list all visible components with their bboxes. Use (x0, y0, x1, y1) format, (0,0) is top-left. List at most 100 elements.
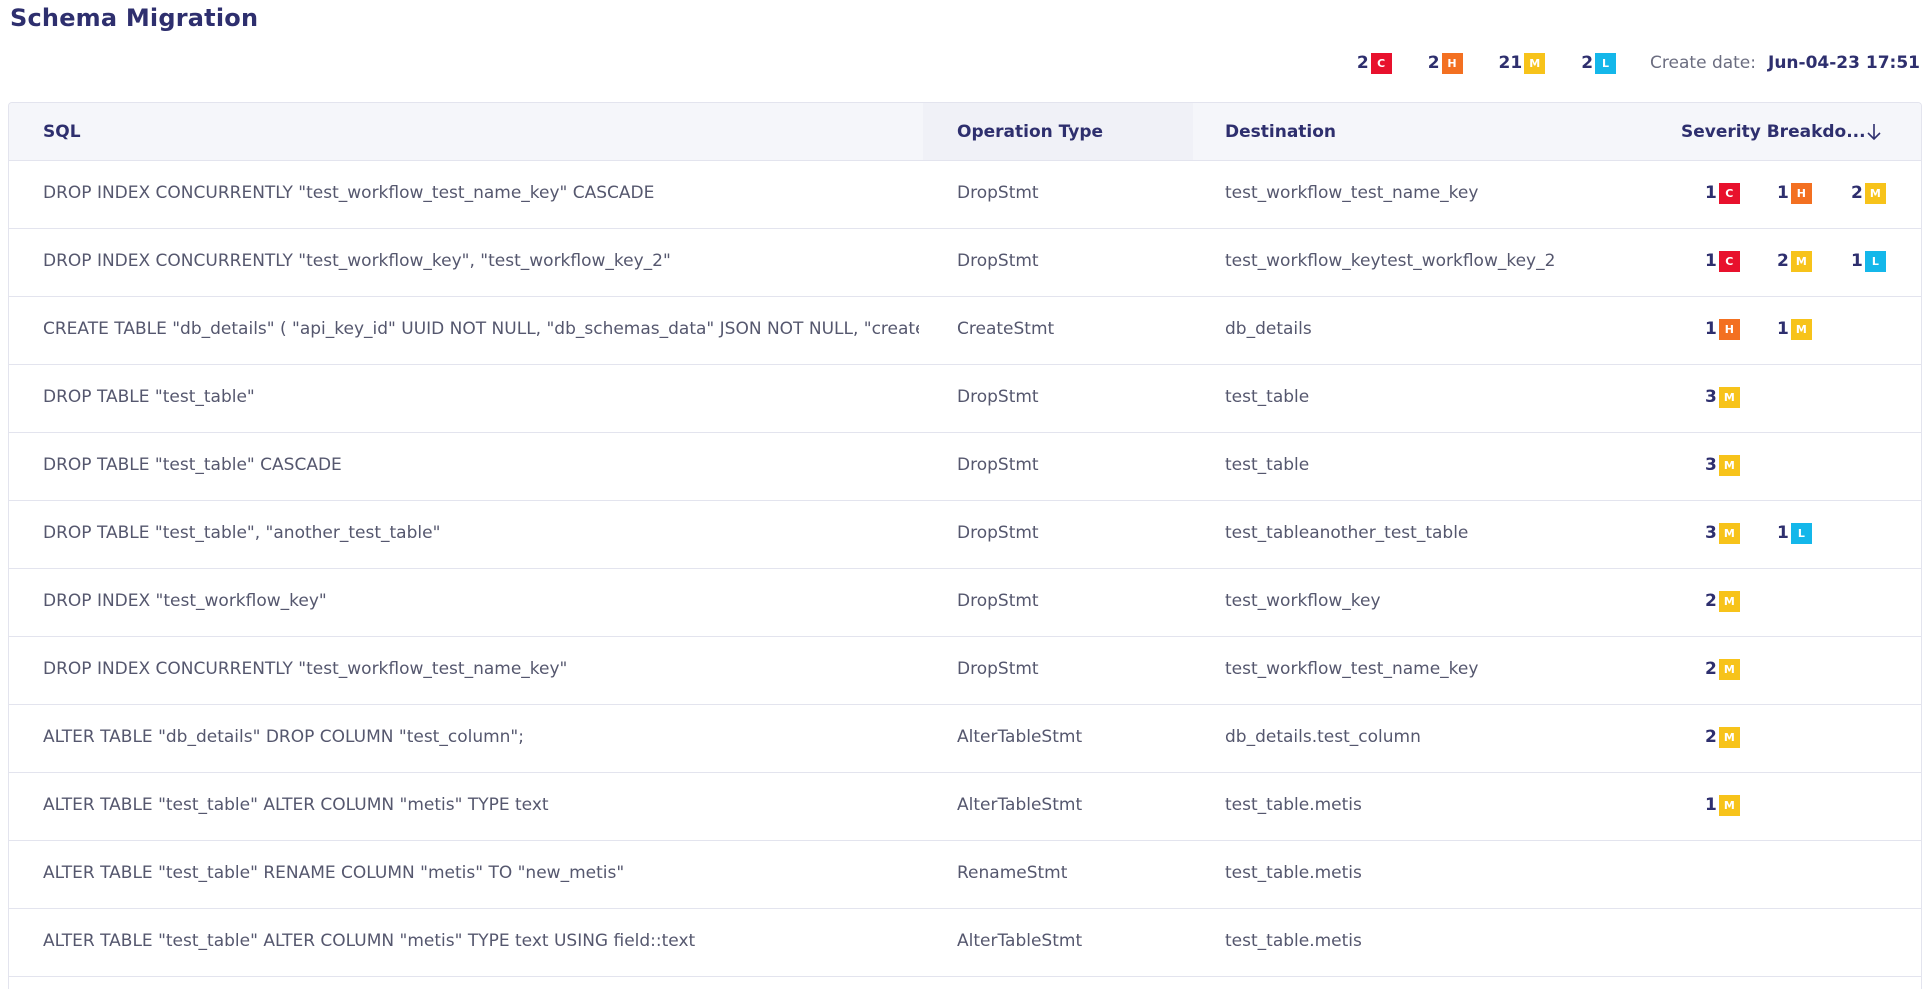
table-row[interactable]: ALTER TABLE "db_details" DROP COLUMN "te… (9, 705, 1921, 773)
table-row[interactable]: DROP INDEX CONCURRENTLY "test_workflow_t… (9, 637, 1921, 705)
severity-count: 2 (1851, 183, 1863, 203)
destination-cell: test_workflow_test_name_key (1225, 183, 1479, 203)
table-row[interactable]: DROP INDEX "test_workflow_key" DropStmt te… (9, 569, 1921, 637)
medium-badge: M (1718, 522, 1740, 544)
severity-summary: 2 C 2 H 21 M 2 L Create date: Jun-04-23 … (1321, 50, 1920, 76)
destination-cell: test_workflow_keytest_workflow_key_2 (1225, 251, 1556, 271)
medium-badge: M (1718, 658, 1740, 680)
operation-type-cell: DropStmt (957, 455, 1039, 475)
medium-badge: M (1718, 794, 1740, 816)
severity-critical: 1C (1705, 161, 1740, 225)
critical-badge: C (1370, 52, 1392, 74)
high-badge: H (1790, 182, 1812, 204)
destination-cell: test_workflow_key (1225, 591, 1381, 611)
severity-medium: 2M (1705, 637, 1740, 701)
severity-medium: 3M (1705, 433, 1740, 497)
create-date-label: Create date: (1650, 53, 1756, 73)
severity-count: 1 (1777, 183, 1789, 203)
critical-badge: C (1718, 250, 1740, 272)
migration-table: SQL Operation Type Destination Severity … (8, 102, 1922, 989)
operation-type-cell: RenameStmt (957, 863, 1068, 883)
medium-badge: M (1718, 590, 1740, 612)
severity-count: 1 (1705, 183, 1717, 203)
low-badge: L (1595, 52, 1617, 74)
severity-count: 2 (1777, 251, 1789, 271)
severity-count: 1 (1705, 795, 1717, 815)
sql-cell: DROP INDEX CONCURRENTLY "test_workflow_t… (43, 659, 568, 679)
severity-medium: 2M (1705, 569, 1740, 633)
sql-cell: DROP INDEX CONCURRENTLY "test_workflow_k… (43, 251, 671, 271)
arrow-down-icon[interactable] (1863, 121, 1885, 143)
operation-type-cell: DropStmt (957, 659, 1039, 679)
operation-type-cell: DropStmt (957, 387, 1039, 407)
severity-medium: 1M (1705, 773, 1740, 837)
table-row[interactable]: ALTER TABLE "test_table" ALTER COLUMN "m… (9, 773, 1921, 841)
page-title: Schema Migration (10, 4, 259, 32)
severity-high: 1H (1777, 161, 1812, 225)
sql-cell: ALTER TABLE "test_table" RENAME COLUMN "… (43, 863, 625, 883)
table-row[interactable]: DROP INDEX CONCURRENTLY "test_workflow_t… (9, 161, 1921, 229)
column-header-destination[interactable]: Destination (1225, 103, 1336, 160)
summary-low-count: 2 (1581, 53, 1594, 73)
low-badge: L (1864, 250, 1886, 272)
table-row[interactable]: ALTER TABLE "test_table" RENAME COLUMN "… (9, 841, 1921, 909)
operation-type-cell: AlterTableStmt (957, 931, 1083, 951)
table-row[interactable]: DROP TABLE "test_table", "another_test_t… (9, 501, 1921, 569)
sql-cell: ALTER TABLE "test_table" ALTER COLUMN "m… (43, 931, 696, 951)
severity-low: 1L (1777, 501, 1812, 565)
table-row[interactable]: ALTER TABLE "test_table" ALTER COLUMN "m… (9, 909, 1921, 977)
summary-medium-count: 21 (1498, 53, 1523, 73)
column-header-sql[interactable]: SQL (43, 103, 923, 160)
severity-count: 2 (1705, 727, 1717, 747)
sql-cell: DROP TABLE "test_table", "another_test_t… (43, 523, 441, 543)
severity-count: 3 (1705, 455, 1717, 475)
table-row[interactable]: DROP INDEX CONCURRENTLY "test_workflow_k… (9, 229, 1921, 297)
sql-cell: ALTER TABLE "test_table" ALTER COLUMN "m… (43, 795, 549, 815)
column-header-severity-breakdown[interactable]: Severity Breakdo... (1681, 103, 1866, 160)
operation-type-cell: CreateStmt (957, 319, 1055, 339)
medium-badge: M (1790, 318, 1812, 340)
summary-medium: 21 M (1498, 52, 1546, 74)
summary-low: 2 L (1581, 52, 1617, 74)
medium-badge: M (1718, 386, 1740, 408)
severity-count: 3 (1705, 523, 1717, 543)
sql-cell: CREATE TABLE "db_details" ( "api_key_id"… (43, 319, 919, 339)
destination-cell: test_table (1225, 455, 1310, 475)
severity-medium: 2M (1705, 705, 1740, 769)
severity-count: 1 (1777, 523, 1789, 543)
severity-medium: 2M (1777, 229, 1812, 293)
destination-cell: test_table.metis (1225, 931, 1362, 951)
severity-count: 2 (1705, 659, 1717, 679)
severity-count: 1 (1851, 251, 1863, 271)
sql-cell: DROP TABLE "test_table" CASCADE (43, 455, 342, 475)
table-body: DROP INDEX CONCURRENTLY "test_workflow_t… (9, 161, 1921, 977)
medium-badge: M (1864, 182, 1886, 204)
destination-cell: test_table.metis (1225, 863, 1362, 883)
medium-badge: M (1718, 454, 1740, 476)
severity-count: 1 (1777, 319, 1789, 339)
column-header-operation-type[interactable]: Operation Type (957, 103, 1103, 160)
destination-cell: test_table (1225, 387, 1310, 407)
low-badge: L (1790, 522, 1812, 544)
table-row[interactable]: DROP TABLE "test_table" CASCADE DropStmt t… (9, 433, 1921, 501)
sql-cell: DROP INDEX "test_workflow_key" (43, 591, 327, 611)
summary-critical-count: 2 (1356, 53, 1369, 73)
destination-cell: test_table.metis (1225, 795, 1362, 815)
severity-medium: 3M (1705, 365, 1740, 429)
summary-high-count: 2 (1427, 53, 1440, 73)
severity-count: 3 (1705, 387, 1717, 407)
table-row[interactable]: DROP TABLE "test_table" DropStmt test_tabl… (9, 365, 1921, 433)
severity-count: 1 (1705, 251, 1717, 271)
medium-badge: M (1524, 52, 1546, 74)
severity-medium: 1M (1777, 297, 1812, 361)
severity-count: 1 (1705, 319, 1717, 339)
destination-cell: test_workflow_test_name_key (1225, 659, 1479, 679)
destination-cell: test_tableanother_test_table (1225, 523, 1469, 543)
operation-type-cell: AlterTableStmt (957, 727, 1083, 747)
schema-migration-page: Schema Migration 2 C 2 H 21 M 2 L Create… (0, 0, 1932, 989)
sql-cell: ALTER TABLE "db_details" DROP COLUMN "te… (43, 727, 524, 747)
high-badge: H (1441, 52, 1463, 74)
operation-type-cell: DropStmt (957, 523, 1039, 543)
operation-type-cell: DropStmt (957, 251, 1039, 271)
table-row[interactable]: CREATE TABLE "db_details" ( "api_key_id"… (9, 297, 1921, 365)
